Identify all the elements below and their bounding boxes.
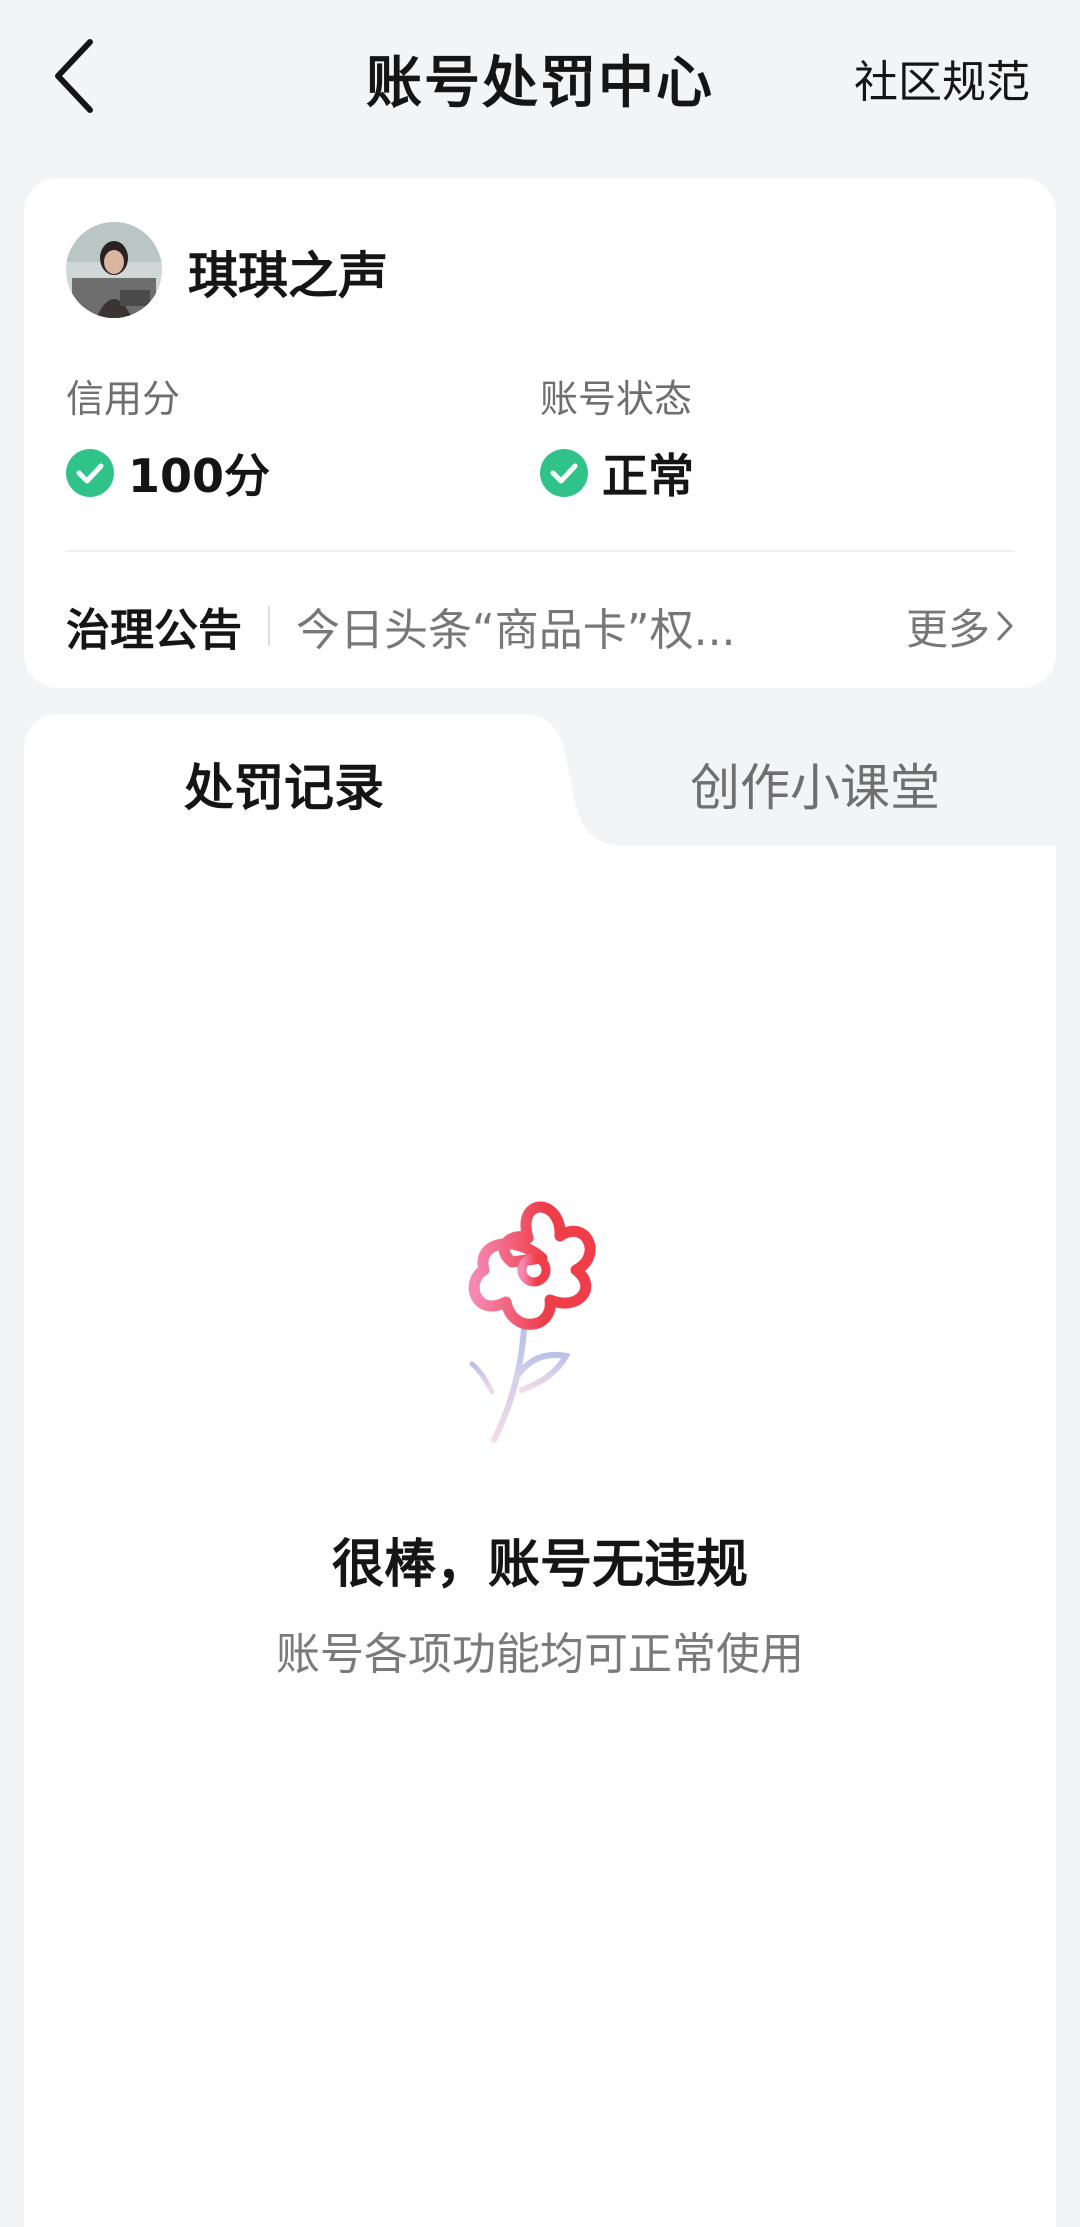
account-status: 正常 xyxy=(540,440,694,506)
divider xyxy=(66,550,1014,552)
empty-state-subtitle: 账号各项功能均可正常使用 xyxy=(276,1629,804,1680)
top-bar: 账号处罚中心 社区规范 xyxy=(0,0,1080,150)
tab-penalty-records[interactable]: 处罚记录 xyxy=(184,748,384,820)
avatar-image xyxy=(66,222,162,318)
more-label: 更多 xyxy=(905,604,990,654)
notice-label: 治理公告 xyxy=(66,605,242,656)
account-status-label: 账号状态 xyxy=(540,377,693,421)
notice-separator xyxy=(268,606,270,646)
account-summary-card: 琪琪之声 信用分 100分 账号状态 正常 治理公告 今日头条“商品卡”权...… xyxy=(24,178,1056,688)
check-icon xyxy=(540,449,588,497)
governance-notice-row[interactable]: 治理公告 今日头条“商品卡”权... 更多 xyxy=(66,586,1014,666)
credit-score-value: 100分 xyxy=(128,449,271,503)
avatar[interactable] xyxy=(66,222,162,318)
nickname: 琪琪之声 xyxy=(188,247,388,305)
tab-creator-class[interactable]: 创作小课堂 xyxy=(690,748,940,820)
more-link[interactable]: 更多 xyxy=(906,596,1014,657)
community-norms-link[interactable]: 社区规范 xyxy=(854,46,1030,110)
account-status-value: 正常 xyxy=(602,449,694,503)
notice-text[interactable]: 今日头条“商品卡”权... xyxy=(296,594,866,658)
records-panel: 处罚记录 创作小课堂 很棒，账号无违规 账号各项功能均可正常使用 xyxy=(24,714,1056,2227)
credit-score: 100分 xyxy=(66,440,270,506)
credit-score-label: 信用分 xyxy=(66,377,181,421)
empty-state-title: 很棒，账号无违规 xyxy=(331,1535,748,1595)
check-icon xyxy=(66,449,114,497)
chevron-right-icon xyxy=(997,611,1013,641)
flower-illustration xyxy=(468,1201,596,1443)
